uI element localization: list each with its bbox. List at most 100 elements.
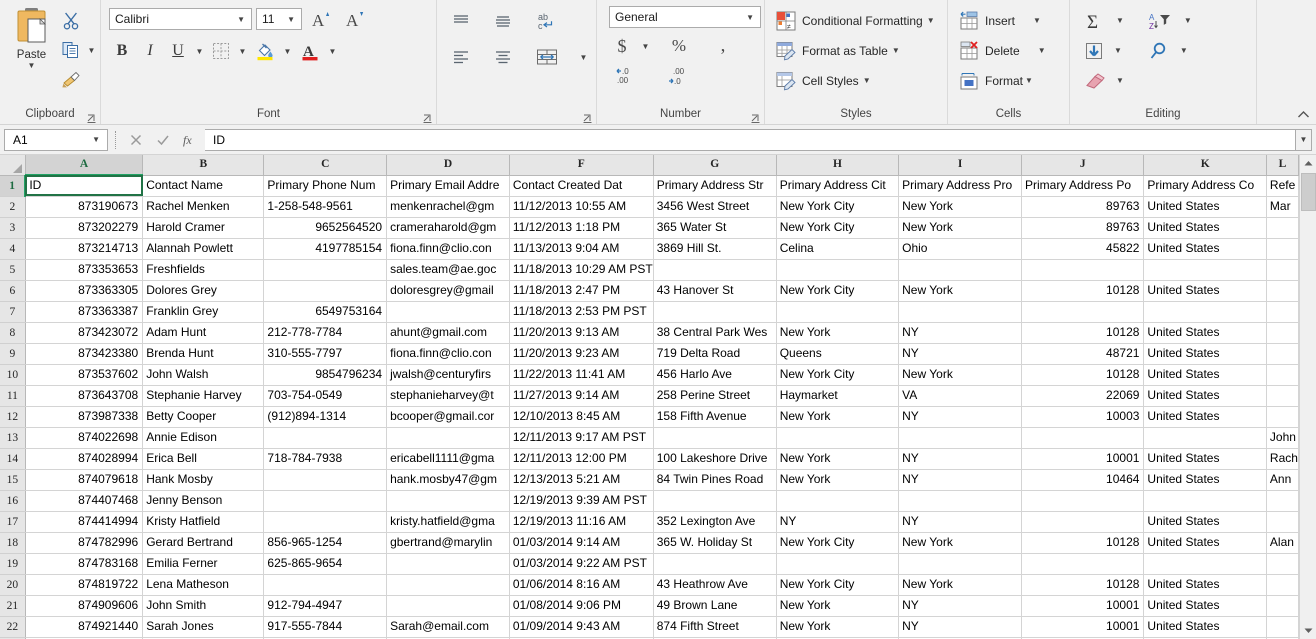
grid-cell[interactable]: 11/13/2013 9:04 AM [509,238,653,259]
grid-cell[interactable]: United States [1144,385,1267,406]
grid-cell[interactable]: United States [1144,280,1267,301]
comma-style-button[interactable]: , [710,33,736,59]
grid-cell[interactable] [1022,553,1144,574]
grid-cell[interactable]: 11/20/2013 9:13 AM [509,322,653,343]
grid-cell[interactable]: 874028994 [25,448,142,469]
grid-cell[interactable]: 43 Hanover St [653,280,776,301]
grid-cell[interactable] [1266,553,1298,574]
grid-cell[interactable]: 12/13/2013 5:21 AM [509,469,653,490]
font-color-button[interactable]: A [296,38,324,64]
grid-cell[interactable] [653,553,776,574]
autosum-button[interactable]: Σ ▼ [1080,6,1124,35]
grid-cell[interactable] [264,511,387,532]
grid-cell[interactable]: 89763 [1022,217,1144,238]
font-size-combo[interactable]: 11 ▼ [256,8,302,30]
borders-dropdown-caret[interactable]: ▼ [236,38,249,64]
grid-cell[interactable] [1266,616,1298,637]
grid-cell[interactable]: 10128 [1022,280,1144,301]
row-header-8[interactable]: 8 [0,322,25,343]
grid-cell[interactable]: Celina [776,238,898,259]
grid-cell[interactable]: 11/27/2013 9:14 AM [509,385,653,406]
grid-cell[interactable]: 456 Harlo Ave [653,364,776,385]
row-header-7[interactable]: 7 [0,301,25,322]
grid-cell[interactable]: 11/20/2013 9:23 AM [509,343,653,364]
grid-cell[interactable] [264,574,387,595]
grid-cell[interactable]: Sarah Jones [143,616,264,637]
grid-cell[interactable]: Lena Matheson [143,574,264,595]
grid-cell[interactable]: hank.mosby47@gm [387,469,510,490]
grid-cell[interactable]: New York [899,364,1022,385]
grid-cell[interactable] [1266,595,1298,616]
grid-cell[interactable]: New York City [776,532,898,553]
delete-cells-button[interactable]: Delete ▼ [956,36,1067,65]
grid-cell[interactable] [776,553,898,574]
underline-button[interactable]: U [165,38,191,64]
grid-cell[interactable]: United States [1144,511,1267,532]
grid-cell[interactable]: 212-778-7784 [264,322,387,343]
align-top-button[interactable] [447,8,475,34]
grid-cell[interactable] [1266,238,1298,259]
row-header-4[interactable]: 4 [0,238,25,259]
row-header-19[interactable]: 19 [0,553,25,574]
grid-cell[interactable]: Gerard Bertrand [143,532,264,553]
grid-cell[interactable]: 873423380 [25,343,142,364]
merge-dropdown-caret[interactable]: ▼ [577,44,590,70]
grid-cell[interactable]: Erica Bell [143,448,264,469]
grid-cell[interactable]: 625-865-9654 [264,553,387,574]
header-cell[interactable]: Primary Address Cit [776,175,898,196]
grid-cell[interactable]: NY [899,469,1022,490]
grid-cell[interactable]: Alannah Powlett [143,238,264,259]
grid-cell[interactable] [387,553,510,574]
italic-button[interactable]: I [137,38,163,64]
grid-cell[interactable]: New York City [776,217,898,238]
grid-cell[interactable]: Adam Hunt [143,322,264,343]
grid-cell[interactable] [776,427,898,448]
find-select-dropdown-caret[interactable]: ▼ [1180,46,1188,55]
grid-cell[interactable]: 10128 [1022,574,1144,595]
grid-cell[interactable]: 100 Lakeshore Drive [653,448,776,469]
grid-cell[interactable]: Dolores Grey [143,280,264,301]
grid-cell[interactable]: 10003 [1022,406,1144,427]
grid-cell[interactable] [1144,490,1267,511]
underline-dropdown-caret[interactable]: ▼ [193,38,206,64]
cell-styles-button[interactable]: Cell Styles ▼ [773,66,945,95]
grid-cell[interactable]: 10001 [1022,616,1144,637]
row-header-12[interactable]: 12 [0,406,25,427]
grid-cell[interactable]: 11/12/2013 1:18 PM [509,217,653,238]
format-painter-button[interactable] [57,66,98,92]
grid-cell[interactable]: 873423072 [25,322,142,343]
grid-cell[interactable]: Queens [776,343,898,364]
grid-cell[interactable]: New York City [776,364,898,385]
grid-cell[interactable]: ericabell1111@gma [387,448,510,469]
alignment-dialog-launcher[interactable] [583,114,592,123]
header-cell[interactable]: Primary Email Addre [387,175,510,196]
grid-cell[interactable]: United States [1144,406,1267,427]
grid-cell[interactable]: Alan [1266,532,1298,553]
bold-button[interactable]: B [109,38,135,64]
row-header-14[interactable]: 14 [0,448,25,469]
grid-cell[interactable] [1144,427,1267,448]
grid-cell[interactable]: New York [776,322,898,343]
grid-cell[interactable]: 12/19/2013 11:16 AM [509,511,653,532]
increase-decimal-button[interactable]: .0 .00 [609,62,643,88]
row-header-5[interactable]: 5 [0,259,25,280]
grid-cell[interactable]: 11/18/2013 2:47 PM [509,280,653,301]
grid-cell[interactable] [1266,490,1298,511]
column-header-c[interactable]: C [264,155,387,175]
grid-cell[interactable]: New York City [776,196,898,217]
grid-cell[interactable]: NY [899,406,1022,427]
grid-cell[interactable] [1266,343,1298,364]
grid-cell[interactable]: New York [899,280,1022,301]
grid-cell[interactable] [1266,406,1298,427]
grid-cell[interactable]: New York [776,595,898,616]
grid-cell[interactable]: New York [776,469,898,490]
row-header-21[interactable]: 21 [0,595,25,616]
align-middle-button[interactable] [489,8,517,34]
format-cells-button[interactable]: Format ▼ [956,66,1067,95]
grid-cell[interactable]: 3456 West Street [653,196,776,217]
grid-cell[interactable]: 873202279 [25,217,142,238]
grid-cell[interactable] [1144,259,1267,280]
grid-cell[interactable]: kristy.hatfield@gma [387,511,510,532]
grid-cell[interactable]: United States [1144,595,1267,616]
grid-cell[interactable]: New York [899,196,1022,217]
